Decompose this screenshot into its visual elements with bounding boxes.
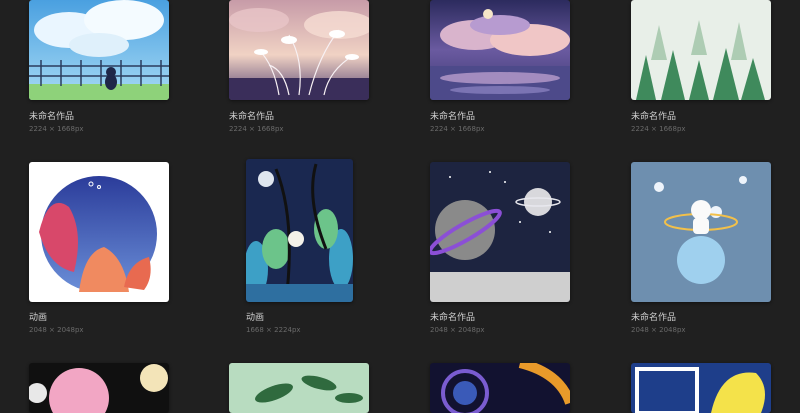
artwork-dimensions: 1668 × 2224px	[246, 326, 301, 334]
reeds-sunset-thumbnail[interactable]	[229, 0, 369, 100]
circle-plants-thumbnail[interactable]	[29, 162, 169, 302]
artwork-dimensions: 2224 × 1668px	[29, 125, 84, 133]
pink-planet-thumbnail[interactable]	[29, 363, 169, 413]
artwork-title: 未命名作品	[229, 112, 275, 122]
misty-forest-thumbnail[interactable]	[631, 0, 771, 100]
artwork-title: 动画	[246, 313, 265, 323]
artwork-title: 动画	[29, 313, 48, 323]
abstract-blue-yellow-thumbnail[interactable]	[631, 363, 771, 413]
jungle-night-thumbnail[interactable]	[246, 159, 353, 302]
artwork-dimensions: 2048 × 2048px	[631, 326, 686, 334]
artwork-title: 未命名作品	[631, 112, 677, 122]
artwork-dimensions: 2224 × 1668px	[229, 125, 284, 133]
artwork-title: 未命名作品	[29, 112, 75, 122]
cat-fence-sky-thumbnail[interactable]	[29, 0, 169, 100]
artwork-dimensions: 2048 × 2048px	[29, 326, 84, 334]
cloud-sea-reflection-thumbnail[interactable]	[430, 0, 570, 100]
astronaut-planet-thumbnail[interactable]	[631, 162, 771, 302]
artwork-dimensions: 2224 × 1668px	[430, 125, 485, 133]
planets-space-thumbnail[interactable]	[430, 162, 570, 302]
artwork-title: 未命名作品	[430, 112, 476, 122]
artwork-title: 未命名作品	[631, 313, 677, 323]
galaxy-swirl-thumbnail[interactable]	[430, 363, 570, 413]
artwork-dimensions: 2224 × 1668px	[631, 125, 686, 133]
artwork-dimensions: 2048 × 2048px	[430, 326, 485, 334]
artwork-title: 未命名作品	[430, 313, 476, 323]
green-leaves-thumbnail[interactable]	[229, 363, 369, 413]
